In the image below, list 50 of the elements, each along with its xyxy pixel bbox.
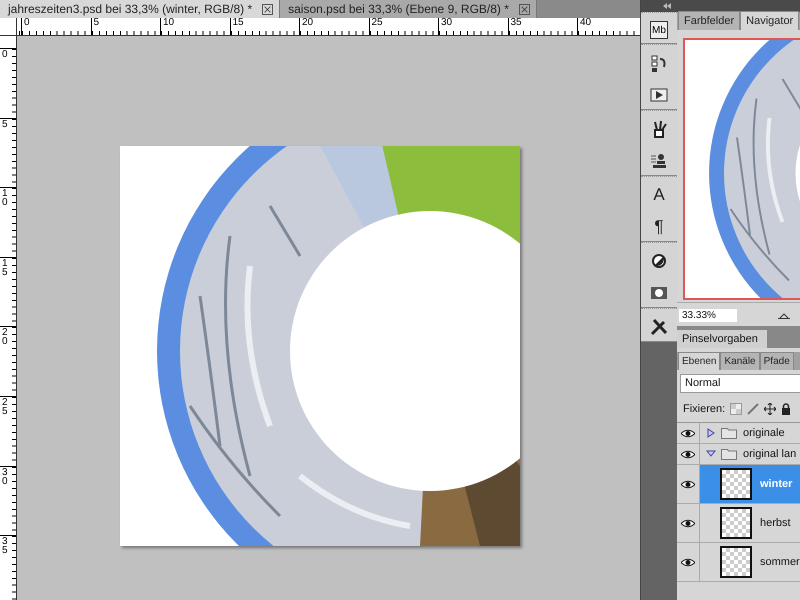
folder-icon: [721, 448, 737, 460]
paragraph-icon[interactable]: ¶: [649, 217, 669, 237]
ruler-label: 15: [2, 258, 8, 277]
eye-icon[interactable]: [681, 480, 695, 488]
ruler-label: 5: [2, 120, 8, 129]
panel-tab[interactable]: Pinselvorgaben: [677, 330, 767, 348]
eye-icon[interactable]: [681, 558, 695, 566]
panel-tab[interactable]: Ebenen: [678, 352, 720, 370]
type-icon[interactable]: A: [649, 185, 669, 205]
ruler-label: 0: [2, 50, 8, 59]
layer-name: winter: [760, 478, 792, 490]
panel-tab[interactable]: Kanäle: [720, 352, 760, 370]
layer-name: herbst: [760, 517, 791, 529]
collapse-icon[interactable]: [663, 3, 671, 9]
layer-name: originale: [743, 427, 785, 439]
layer-group-row[interactable]: originale: [677, 423, 800, 444]
collapsed-arrow-icon[interactable]: [706, 428, 716, 438]
close-icon[interactable]: [262, 4, 274, 14]
eye-icon[interactable]: [681, 450, 695, 458]
ruler-label: 25: [2, 398, 8, 416]
eye-icon[interactable]: [681, 518, 695, 528]
layer-thumbnail: [720, 507, 752, 539]
lock-label: Fixieren:: [683, 403, 726, 415]
ruler-label: 35: [2, 537, 8, 556]
ruler-label: 20: [2, 328, 8, 346]
panel-tab[interactable]: Navigator: [740, 11, 800, 30]
ruler-label: 10: [2, 189, 8, 208]
panel-tab[interactable]: Farbfelder: [678, 11, 740, 30]
mountain-icon: [778, 312, 790, 319]
layer-thumbnail: [720, 468, 752, 500]
lock-icon[interactable]: [781, 403, 792, 415]
eye-icon[interactable]: [681, 428, 695, 438]
layer-row[interactable]: herbst: [677, 504, 800, 543]
document-tab[interactable]: saison.psd bei 33,3% (Ebene 9, RGB/8) *: [280, 0, 537, 18]
blend-mode-dropdown[interactable]: Normal: [680, 374, 800, 393]
adjustment-icon[interactable]: [649, 251, 669, 271]
stamp-icon[interactable]: [649, 151, 669, 171]
zoom-field[interactable]: 33.33%: [679, 309, 737, 322]
ruler-label: 30: [2, 468, 8, 486]
layer-name: original lan: [743, 448, 796, 460]
folder-icon: [721, 427, 737, 439]
move-icon[interactable]: [764, 403, 776, 415]
layer-row[interactable]: sommer: [677, 543, 800, 582]
layer-name: sommer: [760, 556, 800, 568]
panel-tab[interactable]: Pfade: [760, 352, 794, 370]
layer-thumbnail: [720, 546, 752, 578]
bridge-icon[interactable]: Mb: [650, 21, 668, 39]
close-icon[interactable]: [518, 4, 530, 14]
expanded-arrow-icon[interactable]: [706, 449, 716, 459]
document-tab[interactable]: jahreszeiten3.psd bei 33,3% (winter, RGB/8) *: [0, 0, 280, 18]
